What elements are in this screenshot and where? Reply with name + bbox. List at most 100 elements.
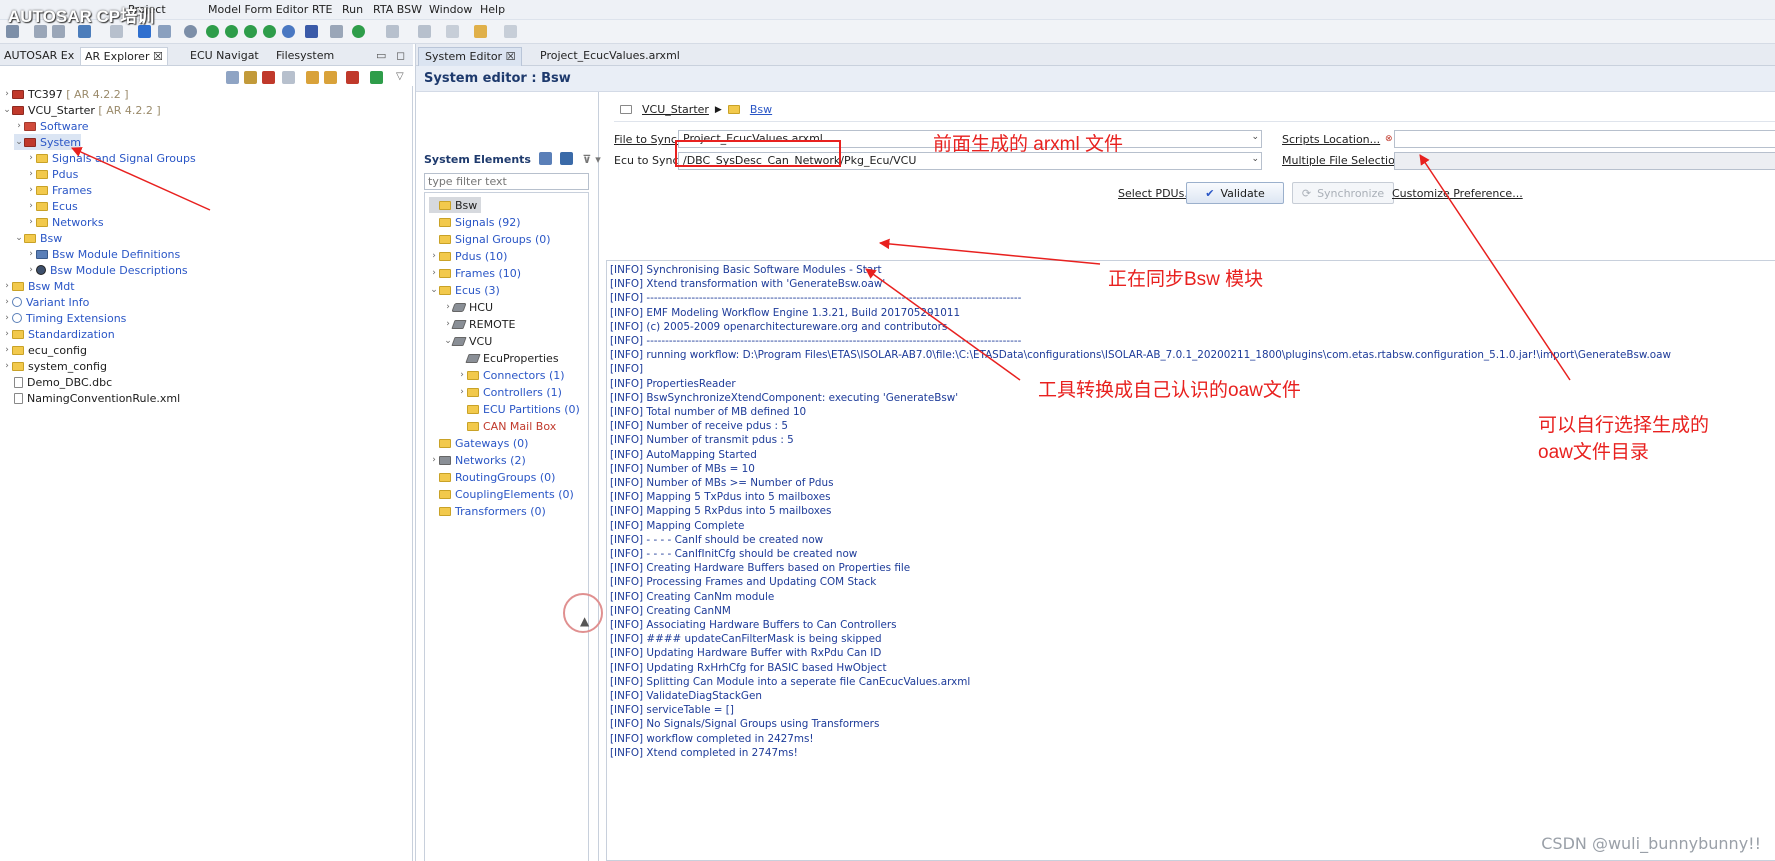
tree-item-tc397[interactable]: › TC397 [ AR 4.2.2 ] <box>2 86 128 102</box>
tab-ar-explorer[interactable]: AR Explorer ☒ <box>80 47 168 65</box>
link-icon[interactable] <box>244 71 257 84</box>
select-pdus-link[interactable]: Select PDUs... <box>1118 187 1195 200</box>
menu-window[interactable]: Window <box>429 3 472 16</box>
multiple-file-selection-link[interactable]: Multiple File Selection... <box>1282 154 1412 167</box>
globe-icon[interactable] <box>282 25 295 38</box>
play-icon[interactable] <box>352 25 365 38</box>
tree-item-bsw-mdt[interactable]: › Bsw Mdt <box>2 278 74 294</box>
se-item-ecu-partitions[interactable]: ECU Partitions (0) <box>457 401 580 417</box>
se-item-coupling-elements[interactable]: CouplingElements (0) <box>429 486 574 502</box>
build-icon[interactable] <box>418 25 431 38</box>
se-item-signal-groups[interactable]: Signal Groups (0) <box>429 231 551 247</box>
prev-edit-icon[interactable] <box>446 25 459 38</box>
help-icon[interactable] <box>184 25 197 38</box>
se-label: Transformers (0) <box>455 504 546 518</box>
tree-item-variant-info[interactable]: › Variant Info <box>2 294 89 310</box>
se-item-gateways[interactable]: Gateways (0) <box>429 435 528 451</box>
tab-autosar-explorer[interactable]: AUTOSAR Ex <box>0 47 78 65</box>
log-line: [INFO] AutoMapping Started <box>610 448 757 461</box>
validate-button[interactable]: ✔ Validate <box>1186 182 1284 204</box>
se-item-connectors[interactable]: › Connectors (1) <box>457 367 564 383</box>
se-item-vcu[interactable]: ⌄ VCU <box>443 333 492 349</box>
minimize-icon[interactable]: ▭ <box>372 47 390 65</box>
se-item-frames[interactable]: › Frames (10) <box>429 265 521 281</box>
se-item-can-mail-box[interactable]: CAN Mail Box <box>457 418 556 434</box>
refresh-icon[interactable] <box>262 71 275 84</box>
log-line: [INFO] - - - - CanIfInitCfg should be cr… <box>610 548 858 560</box>
tree-item-software[interactable]: › Software <box>14 118 88 134</box>
se-item-pdus[interactable]: › Pdus (10) <box>429 248 507 264</box>
menu-help[interactable]: Help <box>480 3 505 16</box>
log-line: [INFO] ---------------------------------… <box>610 335 1022 347</box>
tree-item-signals-groups[interactable]: › Signals and Signal Groups <box>26 150 196 166</box>
zoom-icon[interactable] <box>158 25 171 38</box>
run-d-icon[interactable] <box>225 25 238 38</box>
scripts-location-link[interactable]: Scripts Location... <box>1282 133 1380 146</box>
forward-icon[interactable] <box>504 25 517 38</box>
filter-input[interactable] <box>424 173 589 190</box>
se-item-bsw[interactable]: Bsw <box>429 197 482 213</box>
tab-system-editor[interactable]: System Editor ☒ <box>418 47 523 66</box>
tree-item-demo-dbc[interactable]: Demo_DBC.dbc <box>14 374 112 390</box>
tree-item-naming-convention[interactable]: NamingConventionRule.xml <box>14 390 180 406</box>
run-f-icon[interactable] <box>244 25 257 38</box>
se-item-ecus[interactable]: ⌄ Ecus (3) <box>429 282 500 298</box>
se-item-routing-groups[interactable]: RoutingGroups (0) <box>429 469 555 485</box>
validate-label: Validate <box>1220 186 1265 200</box>
tree-item-pdus[interactable]: › Pdus <box>26 166 78 182</box>
debug-icon[interactable] <box>386 25 399 38</box>
tree-item-standardization[interactable]: › Standardization <box>2 326 115 342</box>
main-toolbar <box>0 20 1775 44</box>
se-item-ecuproperties[interactable]: EcuProperties <box>457 350 559 366</box>
back-icon[interactable] <box>474 25 487 38</box>
breadcrumb-bsw[interactable]: Bsw <box>750 103 772 116</box>
view-menu-icon[interactable]: ▽ <box>396 71 409 84</box>
menu-run[interactable]: Run <box>342 3 363 16</box>
menu-rta-bsw[interactable]: RTA BSW <box>373 3 422 16</box>
tree-item-system-config[interactable]: › system_config <box>2 358 107 374</box>
layout-icon[interactable] <box>538 152 552 165</box>
se-item-networks[interactable]: › Networks (2) <box>429 452 526 468</box>
se-item-remote[interactable]: › REMOTE <box>443 316 515 332</box>
tab-ecu-navigator[interactable]: ECU Navigat <box>186 47 263 65</box>
se-label: Networks (2) <box>455 453 526 467</box>
menu-rte[interactable]: RTE <box>312 3 333 16</box>
group-icon[interactable] <box>306 71 319 84</box>
filter-icon[interactable] <box>282 71 295 84</box>
tab-project-ecucvalues[interactable]: Project_EcucValues.arxml <box>534 47 686 66</box>
log-line: [INFO] Mapping 5 RxPdus into 5 mailboxes <box>610 505 832 518</box>
menu-model-form-editor[interactable]: Model Form Editor <box>208 3 308 16</box>
tree-item-system[interactable]: ⌄ System <box>14 134 82 150</box>
tree-item-ecu-config[interactable]: › ecu_config <box>2 342 87 358</box>
maximize-icon[interactable]: ◻ <box>392 47 409 65</box>
rte-icon[interactable] <box>305 25 318 38</box>
run-a-icon[interactable] <box>206 25 219 38</box>
scripts-location-input[interactable] <box>1394 130 1775 148</box>
se-label: Pdus (10) <box>455 249 508 263</box>
tree-item-vcu-starter[interactable]: ⌄ VCU_Starter [ AR 4.2.2 ] <box>2 102 160 118</box>
tree-item-bsw-module-descriptions[interactable]: › Bsw Module Descriptions <box>26 262 187 278</box>
tree-item-timing-extensions[interactable]: › Timing Extensions <box>2 310 126 326</box>
tree-item-bsw-module-definitions[interactable]: › Bsw Module Definitions <box>26 246 180 262</box>
multiple-file-selection-input[interactable] <box>1394 152 1775 170</box>
se-item-hcu[interactable]: › HCU <box>443 299 493 315</box>
misc-icon[interactable] <box>330 25 343 38</box>
tree-item-ecus[interactable]: › Ecus <box>26 198 78 214</box>
table-view-icon[interactable] <box>559 152 573 165</box>
breadcrumb-vcu-starter[interactable]: VCU_Starter <box>642 103 709 116</box>
table-icon[interactable] <box>346 71 359 84</box>
export-icon[interactable] <box>370 71 383 84</box>
tab-filesystem[interactable]: Filesystem <box>272 47 338 65</box>
synchronize-button[interactable]: ⟳ Synchronize <box>1292 182 1394 204</box>
se-item-transformers[interactable]: Transformers (0) <box>429 503 546 519</box>
tree-item-frames[interactable]: › Frames <box>26 182 92 198</box>
collapse-all-icon[interactable] <box>226 71 239 84</box>
customize-preference-link[interactable]: Customize Preference... <box>1392 187 1523 200</box>
tag-icon[interactable] <box>324 71 337 84</box>
tree-item-bsw[interactable]: ⌄ Bsw <box>14 230 62 246</box>
run-c-icon[interactable] <box>263 25 276 38</box>
se-item-controllers[interactable]: › Controllers (1) <box>457 384 562 400</box>
tree-item-networks[interactable]: › Networks <box>26 214 103 230</box>
filter-icon[interactable]: ⊽ ▾ <box>583 153 601 166</box>
se-item-signals[interactable]: Signals (92) <box>429 214 521 230</box>
